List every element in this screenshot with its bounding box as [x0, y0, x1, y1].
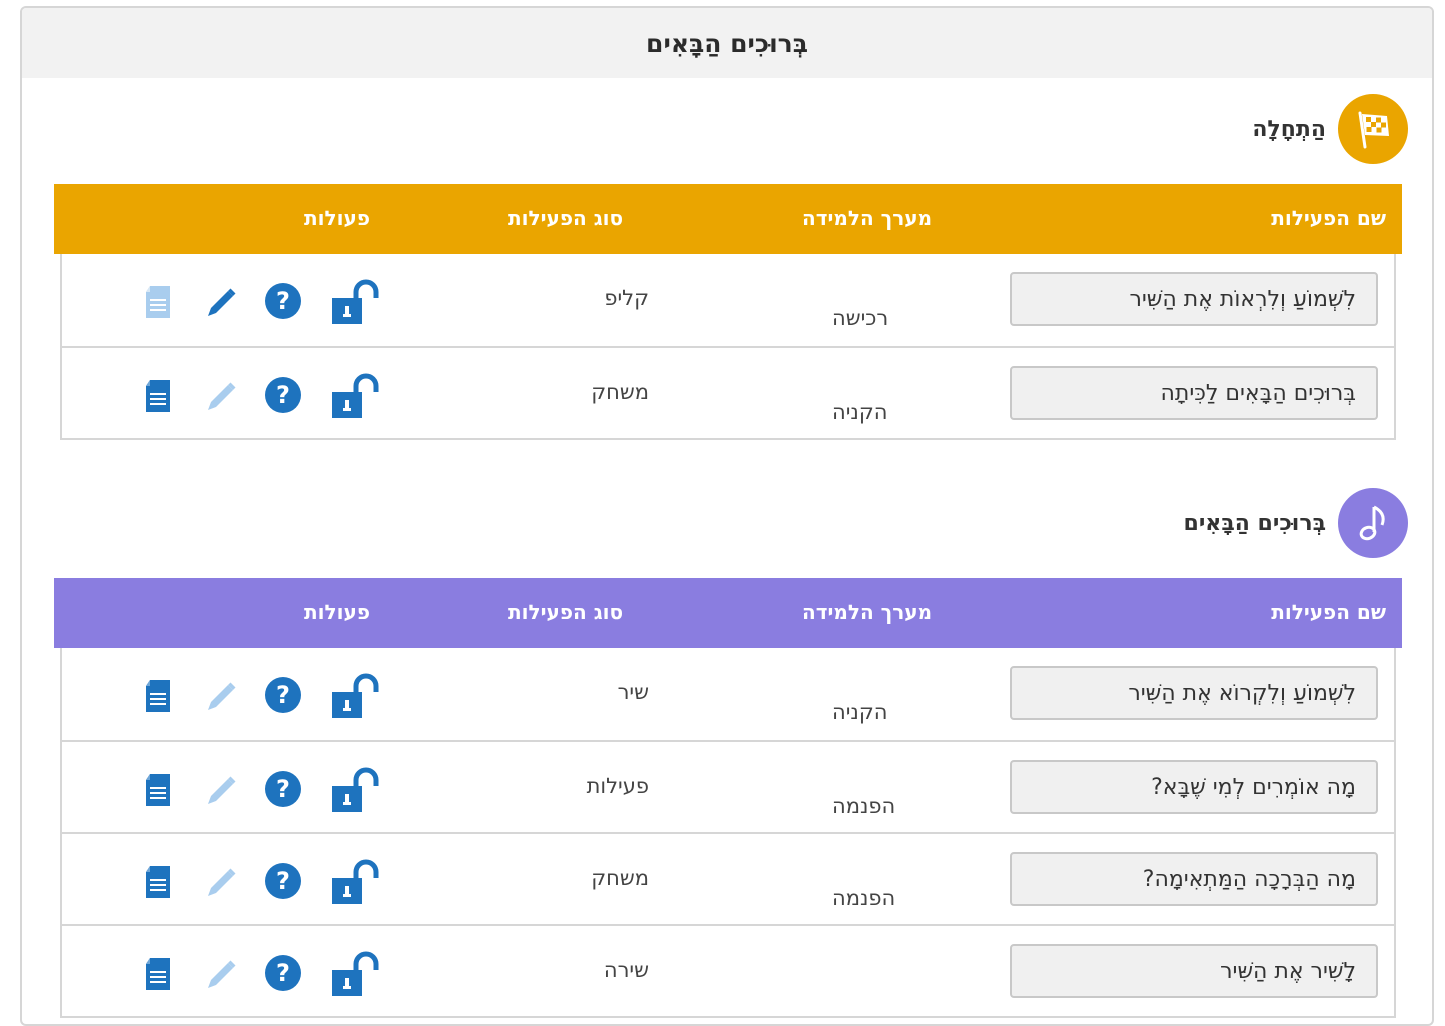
activity-env: הפנמה	[832, 886, 896, 910]
activity-name-button[interactable]: לִשְׁמוֹעַ וְלִקְרוֹא אֶת הַשִּׁיר	[1010, 666, 1378, 720]
column-type: סוג הפעילות	[508, 206, 624, 230]
document-icon[interactable]	[142, 378, 174, 414]
activity-env: רכישה	[832, 306, 889, 330]
activity-env: הפנמה	[832, 794, 896, 818]
activity-name-button[interactable]: לִשְׁמוֹעַ וְלִרְאוֹת אֶת הַשִּׁיר	[1010, 272, 1378, 326]
unlock-icon[interactable]	[330, 372, 382, 420]
svg-text:?: ?	[276, 775, 290, 803]
document-icon[interactable]	[142, 678, 174, 714]
row-actions: ?	[142, 279, 382, 330]
unlock-icon[interactable]	[330, 672, 382, 720]
row-actions: ?	[142, 767, 382, 818]
activity-type: משחק	[591, 380, 649, 404]
pencil-icon[interactable]	[204, 380, 238, 414]
section-title-label: הַתְחָלָה	[1252, 116, 1326, 142]
row-actions: ?	[142, 859, 382, 910]
pencil-icon[interactable]	[204, 286, 238, 320]
grid-header: שם הפעילות מערך הלמידה סוג הפעילות פעולו…	[54, 578, 1402, 648]
activity-type: פעילות	[586, 774, 649, 798]
svg-text:?: ?	[276, 867, 290, 895]
unlock-icon[interactable]	[330, 766, 382, 814]
activities-table: לִשְׁמוֹעַ וְלִרְאוֹת אֶת הַשִּׁיר רכישה…	[60, 254, 1396, 440]
table-row: לִשְׁמוֹעַ וְלִקְרוֹא אֶת הַשִּׁיר הקניה…	[62, 648, 1394, 740]
activities-table: לִשְׁמוֹעַ וְלִקְרוֹא אֶת הַשִּׁיר הקניה…	[60, 648, 1396, 1018]
music-note-icon	[1338, 488, 1408, 558]
svg-text:?: ?	[276, 287, 290, 315]
activity-env: הקניה	[832, 400, 888, 424]
row-actions: ?	[142, 673, 382, 724]
column-name: שם הפעילות	[1271, 206, 1386, 230]
column-actions: פעולות	[304, 206, 370, 230]
grid-header: שם הפעילות מערך הלמידה סוג הפעילות פעולו…	[54, 184, 1402, 254]
table-row: לָשִׁיר אֶת הַשִּׁיר שירה ?	[62, 924, 1394, 1016]
help-icon[interactable]: ?	[264, 282, 302, 320]
activity-name-button[interactable]: לָשִׁיר אֶת הַשִּׁיר	[1010, 944, 1378, 998]
help-icon[interactable]: ?	[264, 676, 302, 714]
pencil-icon[interactable]	[204, 958, 238, 992]
table-row: מָה אוֹמְרִים לְמִי שֶׁבָּא? הפנמה פעילו…	[62, 740, 1394, 832]
svg-text:?: ?	[276, 959, 290, 987]
column-actions: פעולות	[304, 600, 370, 624]
row-actions: ?	[142, 951, 382, 1002]
svg-text:?: ?	[276, 681, 290, 709]
activity-type: משחק	[591, 866, 649, 890]
column-env: מערך הלמידה	[802, 206, 933, 230]
document-icon[interactable]	[142, 864, 174, 900]
document-icon[interactable]	[142, 956, 174, 992]
section-title: הַתְחָלָה	[1252, 94, 1408, 164]
activity-env: הקניה	[832, 700, 888, 724]
activity-name-button[interactable]: מָה אוֹמְרִים לְמִי שֶׁבָּא?	[1010, 760, 1378, 814]
activity-name-button[interactable]: בְּרוּכִים הַבָּאִים לַכִּיתָה	[1010, 366, 1378, 420]
table-row: לִשְׁמוֹעַ וְלִרְאוֹת אֶת הַשִּׁיר רכישה…	[62, 254, 1394, 346]
panel-title: בְּרוּכִים הַבָּאִים	[22, 8, 1432, 78]
column-env: מערך הלמידה	[802, 600, 933, 624]
table-row: בְּרוּכִים הַבָּאִים לַכִּיתָה הקניה משח…	[62, 346, 1394, 438]
help-icon[interactable]: ?	[264, 954, 302, 992]
pencil-icon[interactable]	[204, 680, 238, 714]
pencil-icon[interactable]	[204, 866, 238, 900]
column-type: סוג הפעילות	[508, 600, 624, 624]
document-icon[interactable]	[142, 284, 174, 320]
activity-name-button[interactable]: מָה הַבְּרָכָה הַמַּתְאִימָה?	[1010, 852, 1378, 906]
pencil-icon[interactable]	[204, 774, 238, 808]
checkered-flag-icon	[1338, 94, 1408, 164]
help-icon[interactable]: ?	[264, 770, 302, 808]
section-title-label: בְּרוּכִים הַבָּאִים	[1183, 510, 1326, 536]
unlock-icon[interactable]	[330, 950, 382, 998]
activities-panel: בְּרוּכִים הַבָּאִים הַתְחָלָה שם הפעילו…	[20, 6, 1434, 1026]
svg-text:?: ?	[276, 381, 290, 409]
unlock-icon[interactable]	[330, 278, 382, 326]
activity-type: שירה	[603, 958, 649, 982]
table-row: מָה הַבְּרָכָה הַמַּתְאִימָה? הפנמה משחק…	[62, 832, 1394, 924]
help-icon[interactable]: ?	[264, 862, 302, 900]
unlock-icon[interactable]	[330, 858, 382, 906]
activity-type: קליפ	[604, 286, 649, 310]
document-icon[interactable]	[142, 772, 174, 808]
row-actions: ?	[142, 373, 382, 424]
activity-type: שיר	[617, 680, 649, 704]
column-name: שם הפעילות	[1271, 600, 1386, 624]
section-title: בְּרוּכִים הַבָּאִים	[1184, 488, 1408, 558]
help-icon[interactable]: ?	[264, 376, 302, 414]
